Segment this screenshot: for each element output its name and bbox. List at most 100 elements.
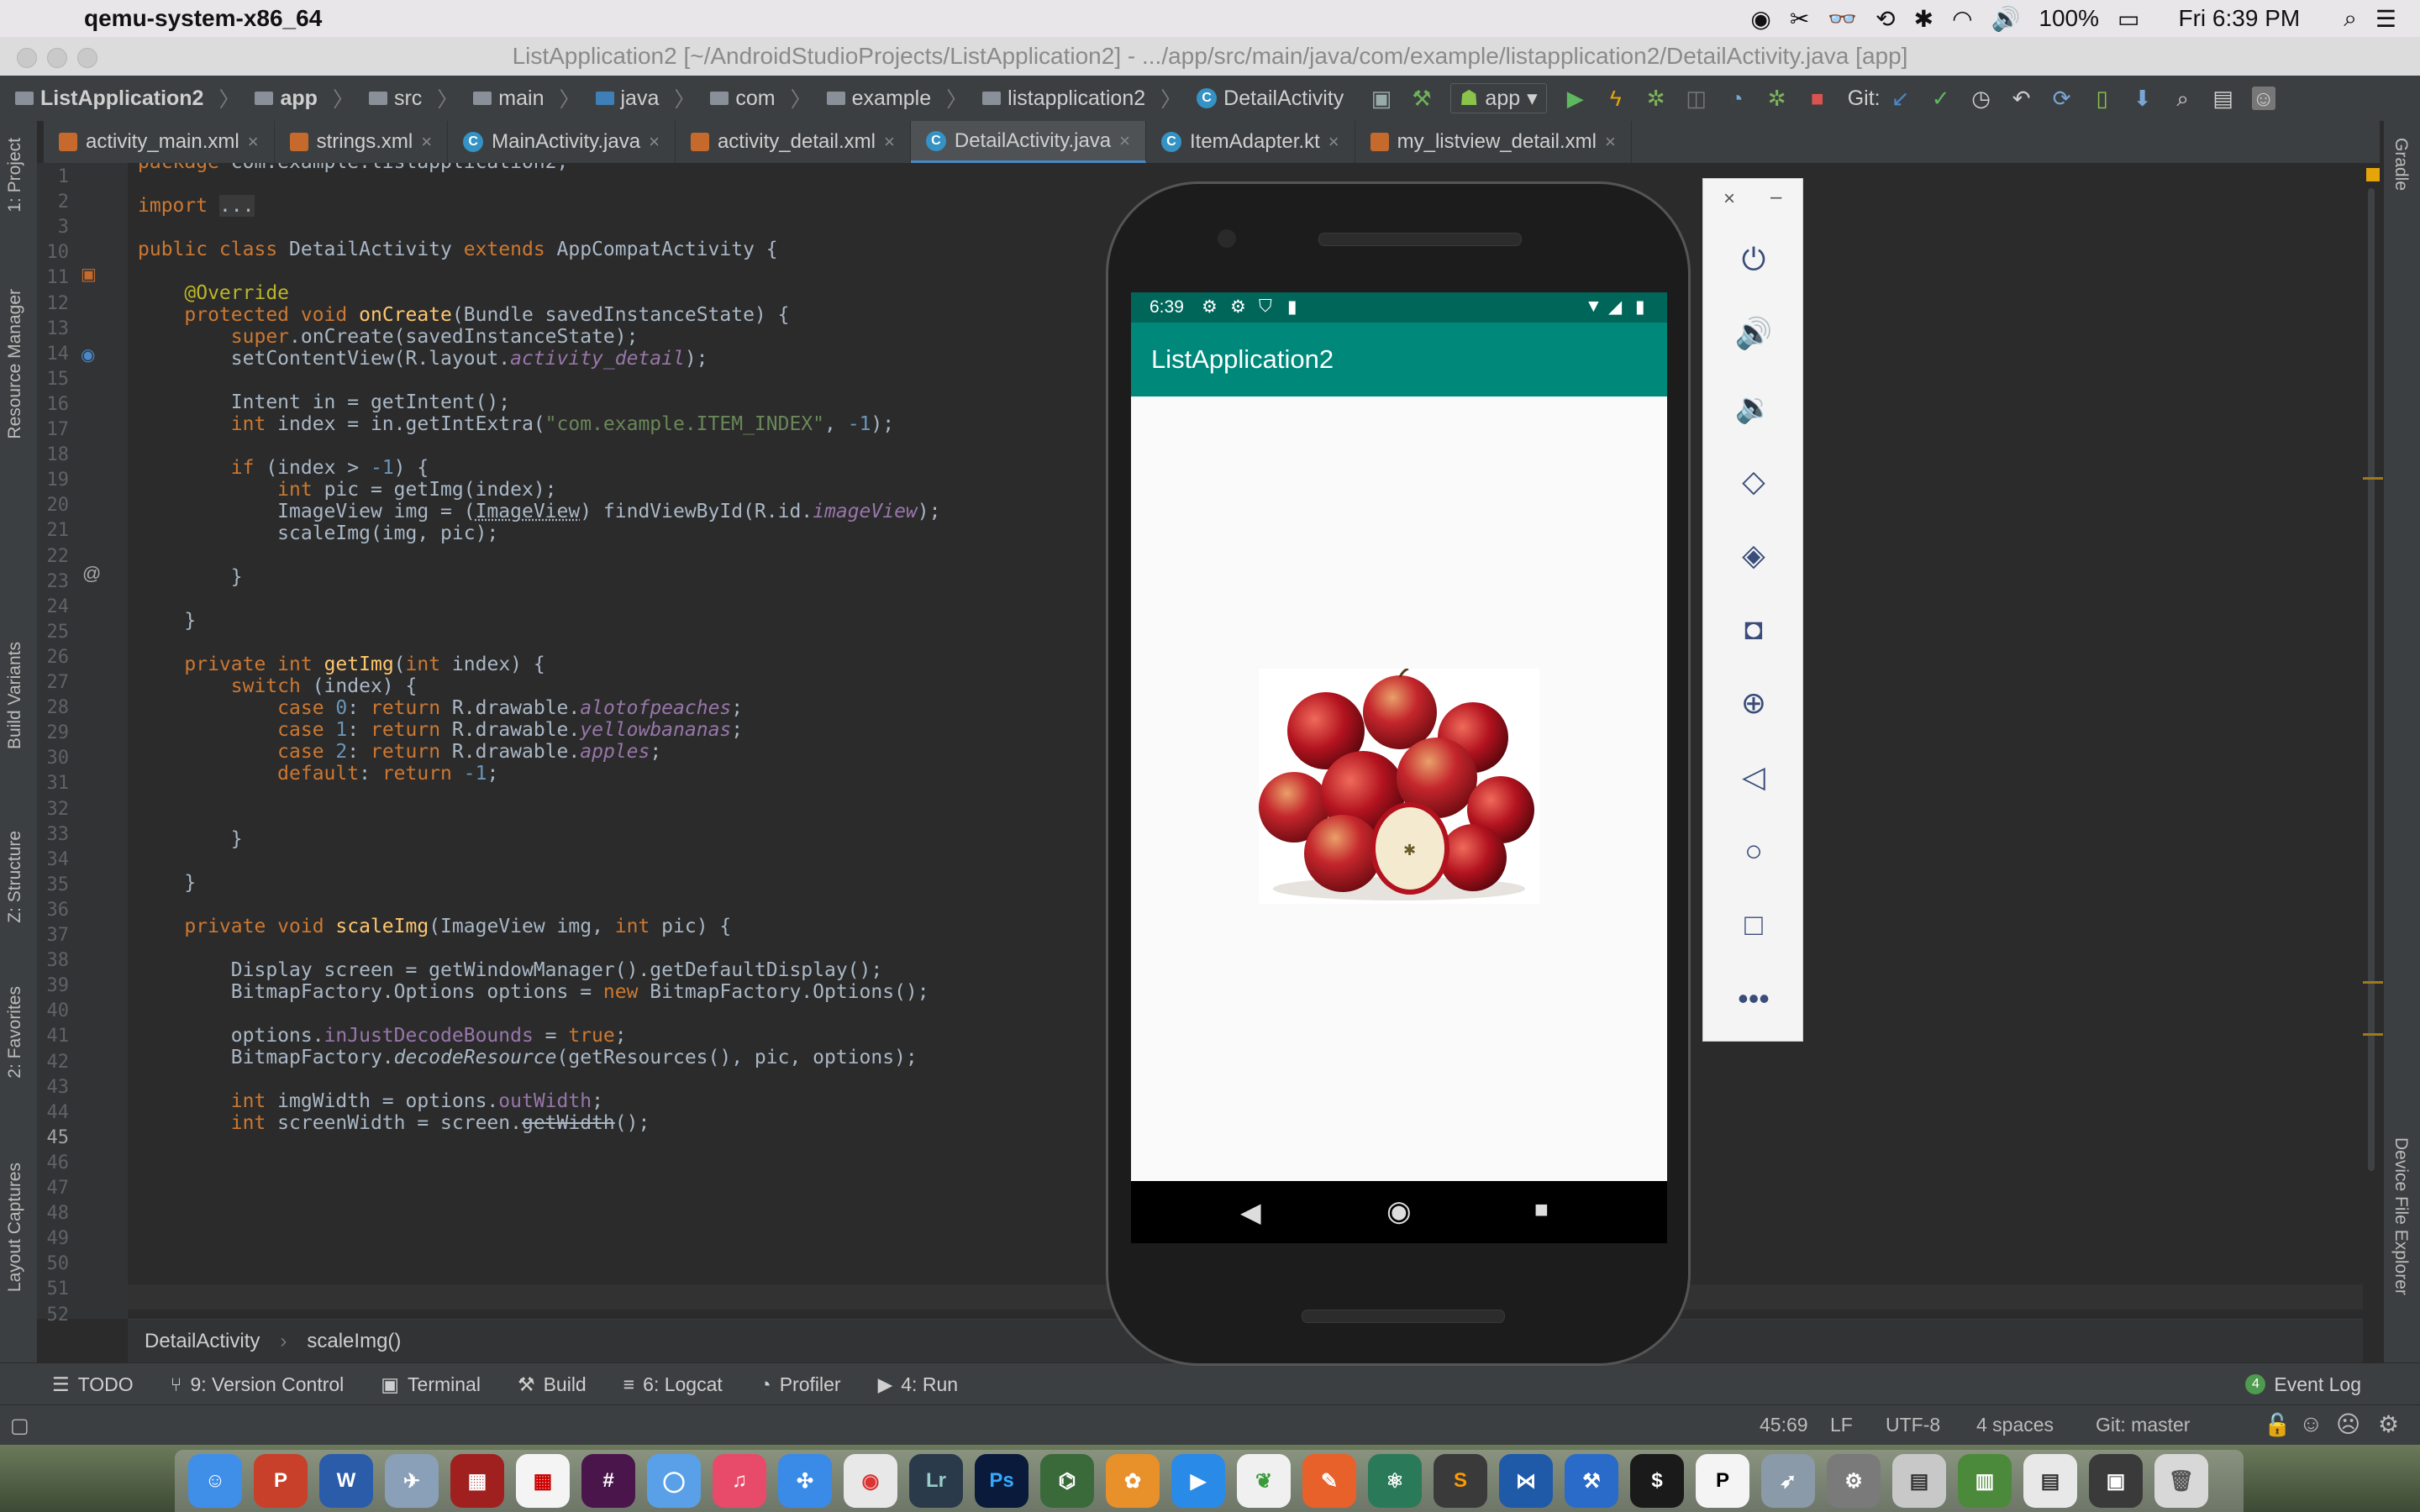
rotate-left-button[interactable]: ◇ (1728, 456, 1779, 507)
crumb-main[interactable]: main 〉 (473, 83, 581, 113)
notification-center-icon[interactable]: ☰ (2375, 5, 2396, 33)
happy-face-icon[interactable]: ☺ (2299, 1410, 2323, 1437)
crumb-src[interactable]: src 〉 (368, 83, 458, 113)
tool-terminal[interactable]: ▣ Terminal (381, 1373, 481, 1396)
minimize-emulator-icon[interactable]: – (1770, 186, 1781, 209)
override-marker-icon[interactable]: ◉ (81, 344, 95, 365)
tab-detail-activity-java[interactable]: C DetailActivity.java × (910, 121, 1146, 163)
lightroom-icon[interactable]: Lr (909, 1454, 963, 1508)
close-icon[interactable]: × (1328, 131, 1339, 153)
breadcrumb-class[interactable]: DetailActivity (145, 1330, 260, 1353)
tool-logcat[interactable]: ≡ 6: Logcat (623, 1373, 723, 1396)
preview-icon[interactable]: ✈ (385, 1454, 439, 1508)
profile-icon[interactable]: ◔ (1725, 87, 1749, 110)
tool-run[interactable]: ▶ 4: Run (878, 1373, 958, 1396)
screenshot-button[interactable]: ◘ (1728, 604, 1779, 654)
tab-activity-detail-xml[interactable]: activity_detail.xml × (676, 121, 911, 163)
swift-playgrounds-icon[interactable]: ✎ (1302, 1454, 1356, 1508)
close-icon[interactable]: × (884, 131, 895, 153)
zoom-button[interactable]: ⊕ (1728, 678, 1779, 728)
photo-booth-icon[interactable]: ▦ (450, 1454, 504, 1508)
more-button[interactable]: ••• (1728, 974, 1779, 1024)
tool-gradle[interactable]: Gradle (2391, 138, 2411, 191)
tab-strings-xml[interactable]: strings.xml × (275, 121, 449, 163)
close-icon[interactable]: × (248, 131, 259, 153)
terminal-app-icon[interactable]: $ (1630, 1454, 1684, 1508)
crumb-class[interactable]: C DetailActivity (1197, 87, 1344, 111)
caret-position[interactable]: 45:69 (1760, 1414, 1808, 1436)
editor-scrollbar[interactable] (2363, 163, 2383, 1319)
build-hammer-icon[interactable]: ⚒ (1410, 87, 1434, 110)
tool-device-file-explorer[interactable]: Device File Explorer (2391, 1137, 2411, 1295)
scissors-icon[interactable]: ✂ (1790, 5, 1809, 33)
at-marker-icon[interactable]: @ (82, 563, 101, 585)
zoom-app-icon[interactable]: ▶ (1171, 1454, 1225, 1508)
close-icon[interactable]: × (1605, 131, 1616, 153)
wifi-icon[interactable]: ◠ (1952, 5, 1972, 33)
avd-manager-icon[interactable]: ▯ (2091, 87, 2114, 110)
tool-build-variants[interactable]: Build Variants (5, 642, 25, 749)
run-icon[interactable]: ▶ (1564, 87, 1587, 110)
slack-icon[interactable]: # (581, 1454, 635, 1508)
volume-up-button[interactable]: 🔊 (1728, 308, 1779, 359)
memory-indicator-icon[interactable]: ⚙ (2378, 1410, 2399, 1438)
powerpoint-icon[interactable]: P (254, 1454, 308, 1508)
apply-changes-icon[interactable]: ϟ (1604, 87, 1628, 110)
itunes-icon[interactable]: ♫ (713, 1454, 766, 1508)
git-rollback-icon[interactable]: ↶ (2010, 87, 2033, 110)
lock-icon[interactable]: 🔓 (2264, 1412, 2291, 1438)
crumb-com[interactable]: com 〉 (710, 83, 812, 113)
warning-marker[interactable] (2363, 1033, 2383, 1036)
tab-activity-main-xml[interactable]: activity_main.xml × (44, 121, 275, 163)
close-emulator-icon[interactable]: × (1723, 187, 1735, 211)
tool-event-log[interactable]: 4 Event Log (2245, 1373, 2361, 1396)
warning-marker[interactable] (2363, 477, 2383, 480)
battery-percent[interactable]: 100% (2039, 5, 2099, 32)
home-button[interactable]: ○ (1728, 826, 1779, 876)
sdk-manager-icon[interactable]: ⬇ (2131, 87, 2154, 110)
glasses-icon[interactable]: 👓 (1828, 5, 1857, 33)
xcode-icon[interactable]: ⚒ (1565, 1454, 1618, 1508)
analysis-status-icon[interactable] (2366, 168, 2380, 181)
git-branch[interactable]: Git: master (2096, 1414, 2190, 1436)
active-app-name[interactable]: qemu-system-x86_64 (84, 5, 322, 32)
photoshop-icon[interactable]: Ps (975, 1454, 1028, 1508)
atom-icon[interactable]: ⚛ (1368, 1454, 1422, 1508)
tool-version-control[interactable]: ⑂ 9: Version Control (171, 1373, 345, 1396)
git-update-icon[interactable]: ↙ (1889, 87, 1912, 110)
zoom-window-button[interactable] (77, 48, 97, 68)
creative-cloud-icon[interactable]: ◉ (1750, 5, 1770, 33)
ppr-pix-icon[interactable]: P (1696, 1454, 1749, 1508)
volume-down-button[interactable]: 🔉 (1728, 382, 1779, 433)
tool-structure[interactable]: Z: Structure (5, 831, 25, 923)
time-machine-icon[interactable]: ⟲ (1876, 5, 1895, 33)
tab-main-activity-java[interactable]: C MainActivity.java × (448, 121, 676, 163)
debug-attach-icon[interactable]: ✲ (1765, 87, 1789, 110)
toggle-tool-windows-icon[interactable]: ▢ (10, 1414, 29, 1438)
safari-icon[interactable]: ✣ (778, 1454, 832, 1508)
messages-icon[interactable]: ◯ (647, 1454, 701, 1508)
spotlight-search-icon[interactable]: ⌕ (2344, 5, 2357, 33)
word-icon[interactable]: W (319, 1454, 373, 1508)
tool-favorites[interactable]: 2: Favorites (5, 986, 25, 1079)
close-icon[interactable]: × (1119, 130, 1130, 152)
power-button[interactable]: ⏻ (1728, 234, 1779, 285)
crumb-project[interactable]: ListApplication2 〉 (15, 83, 239, 113)
breadcrumb-method[interactable]: scaleImg() (307, 1330, 401, 1353)
mongodb-compass-icon[interactable]: ❦ (1237, 1454, 1291, 1508)
crumb-java[interactable]: java 〉 (595, 83, 695, 113)
crumb-example[interactable]: example 〉 (826, 83, 967, 113)
stop-icon[interactable]: ■ (1806, 87, 1829, 110)
numbers-icon[interactable]: ▥ (1958, 1454, 2012, 1508)
run-config-select[interactable]: ☗ app ▾ (1450, 83, 1547, 113)
volume-icon[interactable]: 🔊 (1991, 5, 2021, 33)
downloads-stack-icon[interactable]: ▣ (2089, 1454, 2143, 1508)
finder-icon[interactable]: ☺ (188, 1454, 242, 1508)
launchpad-icon[interactable]: ➶ (1761, 1454, 1815, 1508)
nav-back-icon[interactable]: ◀ (1240, 1196, 1261, 1228)
tool-project[interactable]: 1: Project (5, 138, 25, 213)
sync-project-icon[interactable]: ▣ (1370, 87, 1393, 110)
menu-clock[interactable]: Fri 6:39 PM (2179, 5, 2301, 32)
close-icon[interactable]: × (649, 131, 660, 153)
crumb-package[interactable]: listapplication2 〉 (982, 83, 1181, 113)
